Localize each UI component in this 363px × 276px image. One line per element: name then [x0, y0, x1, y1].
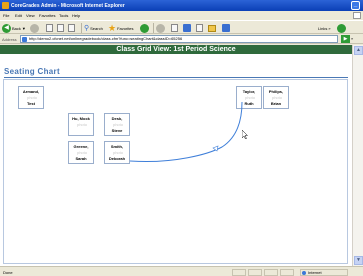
edit-icon — [196, 24, 203, 32]
menu-view[interactable]: View — [26, 13, 35, 18]
address-bar: Address http://demo2.cfcnet.net/onlinegr… — [0, 34, 363, 44]
address-links[interactable]: » — [351, 36, 353, 41]
back-button[interactable]: ◀ Back ▼ — [2, 23, 26, 33]
mouse-pointer-icon — [242, 130, 248, 139]
history-button[interactable] — [156, 23, 165, 33]
menu-edit[interactable]: Edit — [15, 13, 22, 18]
go-button[interactable]: ▶ — [341, 35, 350, 43]
folder-button[interactable] — [208, 23, 216, 33]
forward-arrow-icon — [30, 23, 39, 33]
refresh-icon — [57, 24, 64, 32]
page-content: Class Grid View: 1st Period Science Seat… — [0, 45, 352, 266]
mail-icon — [171, 24, 178, 32]
print-icon — [183, 24, 191, 32]
home-icon — [68, 24, 75, 32]
drag-connector-line — [129, 101, 243, 163]
vertical-scrollbar[interactable]: ▲ ▼ — [352, 45, 363, 266]
refresh-button[interactable] — [57, 23, 64, 33]
media-button[interactable] — [140, 23, 149, 33]
menu-file[interactable]: File — [3, 13, 9, 18]
minimize-button[interactable]: _ — [351, 1, 360, 10]
stop-icon — [46, 24, 53, 32]
menu-favorites[interactable]: Favorites — [39, 13, 55, 18]
window-title: CoreGrades Admin - Microsoft Internet Ex… — [11, 3, 125, 9]
browser-window: CoreGrades Admin - Microsoft Internet Ex… — [0, 0, 363, 276]
status-cell — [280, 269, 294, 276]
search-icon: ⚲ — [84, 25, 90, 32]
research-icon — [222, 24, 230, 32]
windows-logo-icon — [353, 12, 361, 19]
mail-button[interactable] — [171, 23, 178, 33]
links-button[interactable]: Links » — [318, 23, 331, 33]
internet-globe-icon — [302, 271, 306, 275]
history-icon — [156, 23, 165, 33]
ie-app-icon — [2, 2, 9, 9]
scroll-up-button[interactable]: ▲ — [354, 46, 363, 55]
security-zone: Internet — [300, 269, 348, 276]
title-divider — [4, 77, 348, 78]
search-button[interactable]: ⚲ Search — [84, 23, 103, 33]
address-input[interactable]: http://demo2.cfcnet.net/onlinegradebook/… — [20, 35, 338, 43]
back-arrow-icon: ◀ — [2, 23, 11, 33]
status-bar: Done Internet — [0, 266, 363, 276]
status-cell — [264, 269, 278, 276]
zone-label: Internet — [308, 270, 322, 275]
toolbar: ◀ Back ▼ ⚲ Search ★ Favorites Links » — [0, 20, 363, 34]
extra-tool-icon — [337, 23, 346, 33]
page-title: Seating Chart — [4, 67, 60, 76]
status-text: Done — [3, 270, 13, 275]
seating-chart-area: Armand, photo Test Taylor, photo Ruth Ph… — [3, 79, 348, 264]
home-button[interactable] — [68, 23, 75, 33]
favorites-star-icon: ★ — [108, 22, 117, 33]
title-bar: CoreGrades Admin - Microsoft Internet Ex… — [0, 0, 363, 11]
links-label: Links — [318, 25, 328, 31]
status-cell — [232, 269, 246, 276]
status-cell — [248, 269, 262, 276]
address-url: http://demo2.cfcnet.net/onlinegradebook/… — [29, 36, 183, 41]
extra-tool-button[interactable] — [337, 23, 346, 33]
stop-button[interactable] — [46, 23, 53, 33]
forward-button[interactable] — [30, 23, 39, 33]
class-banner: Class Grid View: 1st Period Science — [0, 45, 352, 54]
favorites-button[interactable]: ★ Favorites — [108, 23, 134, 33]
menu-bar: File Edit View Favorites Tools Help — [0, 11, 363, 20]
back-label: Back — [12, 25, 21, 31]
menu-help[interactable]: Help — [72, 13, 80, 18]
search-label: Search — [90, 25, 103, 31]
media-icon — [140, 23, 149, 33]
print-button[interactable] — [183, 23, 191, 33]
folder-icon — [208, 24, 216, 32]
favorites-label: Favorites — [117, 25, 134, 31]
address-label: Address — [2, 37, 17, 42]
scroll-down-button[interactable]: ▼ — [354, 256, 363, 265]
edit-button[interactable] — [196, 23, 203, 33]
research-button[interactable] — [222, 23, 230, 33]
page-icon — [22, 37, 27, 42]
menu-tools[interactable]: Tools — [59, 13, 68, 18]
